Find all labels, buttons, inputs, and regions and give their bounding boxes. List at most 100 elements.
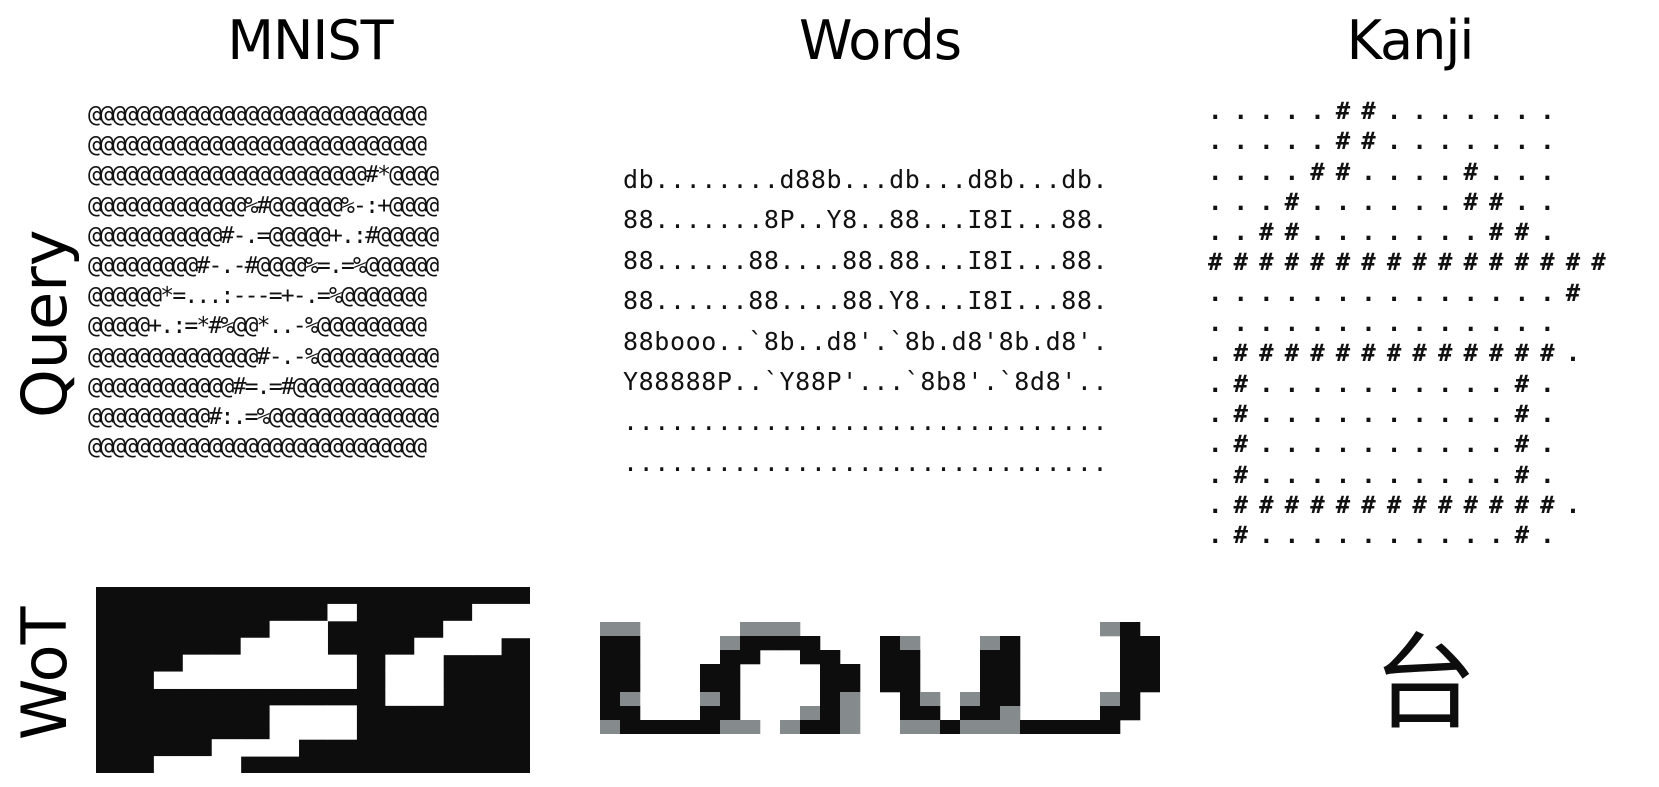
words-pixel-gray	[840, 720, 861, 734]
row-label-wot: WoT	[8, 606, 81, 740]
words-pixel-dark	[1120, 678, 1141, 693]
words-pixel-dark	[600, 650, 621, 665]
words-pixel-gray	[900, 636, 921, 651]
words-pixel-gray	[920, 720, 941, 734]
words-pixel-dark	[700, 706, 721, 721]
mnist-pixel	[472, 620, 502, 639]
words-pixel-gray	[900, 720, 921, 734]
words-pixel-gray	[600, 720, 621, 734]
column-title-words: Words	[799, 9, 962, 72]
words-pixel-gray	[1000, 706, 1021, 721]
words-pixel-dark	[800, 636, 821, 651]
words-pixel-gray	[780, 720, 801, 734]
query-words-ascii: db........d88b...db...d8b...db. 88......…	[623, 165, 1109, 477]
words-pixel-dark	[940, 720, 961, 734]
mnist-pixel	[472, 637, 502, 656]
words-pixel-gray	[720, 636, 741, 651]
words-pixel-dark	[740, 636, 761, 651]
mnist-pixel	[298, 654, 328, 673]
mnist-pixel	[385, 688, 415, 706]
words-pixel-dark	[720, 678, 741, 693]
mnist-pixel	[414, 688, 444, 706]
words-pixel-gray	[600, 622, 621, 637]
mnist-pixel	[298, 705, 328, 723]
mnist-pixel	[298, 620, 328, 639]
words-pixel-dark	[1120, 622, 1141, 637]
words-pixel-dark	[720, 650, 741, 665]
mnist-pixel	[269, 705, 300, 723]
words-pixel-dark	[620, 678, 641, 693]
mnist-pixel	[240, 739, 271, 757]
words-pixel-dark	[1000, 650, 1021, 665]
words-pixel-dark	[980, 692, 1001, 707]
words-pixel-gray	[800, 706, 821, 721]
mnist-pixel	[240, 671, 271, 689]
words-pixel-dark	[1120, 692, 1141, 707]
words-pixel-dark	[1060, 720, 1081, 734]
mnist-pixel	[153, 756, 184, 773]
words-pixel-dark	[660, 720, 681, 734]
words-pixel-dark	[900, 706, 921, 721]
words-pixel-dark	[1100, 720, 1121, 734]
mnist-pixel	[269, 722, 300, 740]
mnist-pixel	[501, 620, 530, 639]
words-pixel-gray	[740, 720, 761, 734]
words-pixel-dark	[820, 706, 841, 721]
words-pixel-dark	[740, 650, 761, 665]
words-pixel-dark	[1100, 706, 1121, 721]
words-pixel-dark	[800, 650, 821, 665]
words-pixel-gray	[760, 622, 781, 637]
words-pixel-dark	[620, 664, 641, 679]
words-pixel-dark	[900, 678, 921, 693]
words-pixel-dark	[620, 650, 641, 665]
words-pixel-gray	[840, 692, 861, 707]
words-pixel-gray	[980, 636, 1001, 651]
words-pixel-dark	[620, 706, 641, 721]
words-pixel-dark	[980, 678, 1001, 693]
words-pixel-dark	[600, 664, 621, 679]
mnist-pixel	[414, 654, 444, 673]
words-pixel-dark	[700, 720, 721, 734]
words-pixel-dark	[1120, 636, 1141, 651]
words-pixel-dark	[700, 664, 721, 679]
words-pixel-gray	[1100, 692, 1121, 707]
column-title-mnist: MNIST	[227, 9, 393, 72]
words-pixel-dark	[1040, 720, 1061, 734]
words-pixel-dark	[1140, 678, 1160, 693]
words-pixel-gray	[1100, 622, 1121, 637]
mnist-pixel	[240, 654, 271, 673]
mnist-pixel	[269, 671, 300, 689]
mnist-pixel	[298, 637, 328, 656]
words-pixel-gray	[1000, 720, 1021, 734]
mnist-pixel	[240, 637, 271, 656]
mnist-pixel	[211, 739, 242, 757]
words-pixel-dark	[920, 706, 941, 721]
mnist-pixel	[443, 620, 473, 639]
mnist-pixel	[414, 671, 444, 689]
words-pixel-dark	[1140, 650, 1160, 665]
mnist-pixel	[327, 603, 357, 622]
mnist-pixel	[327, 654, 357, 673]
words-pixel-dark	[720, 706, 741, 721]
mnist-pixel	[211, 654, 242, 673]
words-pixel-dark	[1000, 664, 1021, 679]
words-pixel-dark	[880, 678, 901, 693]
words-pixel-dark	[960, 706, 981, 721]
words-pixel-dark	[1120, 650, 1141, 665]
mnist-pixel	[385, 654, 415, 673]
words-pixel-dark	[1140, 636, 1160, 651]
words-pixel-dark	[820, 664, 841, 679]
words-pixel-dark	[1000, 692, 1021, 707]
mnist-pixel	[472, 603, 502, 622]
mnist-pixel	[182, 654, 213, 673]
mnist-pixel	[501, 603, 530, 622]
words-pixel-dark	[1000, 636, 1021, 651]
mnist-pixel	[327, 705, 357, 723]
words-pixel-gray	[700, 692, 721, 707]
words-pixel-gray	[620, 622, 641, 637]
words-pixel-dark	[780, 636, 801, 651]
words-pixel-dark	[720, 664, 741, 679]
wot-kanji-glyph: 台	[1373, 627, 1477, 737]
column-title-kanji: Kanji	[1346, 9, 1475, 72]
words-pixel-dark	[600, 692, 621, 707]
